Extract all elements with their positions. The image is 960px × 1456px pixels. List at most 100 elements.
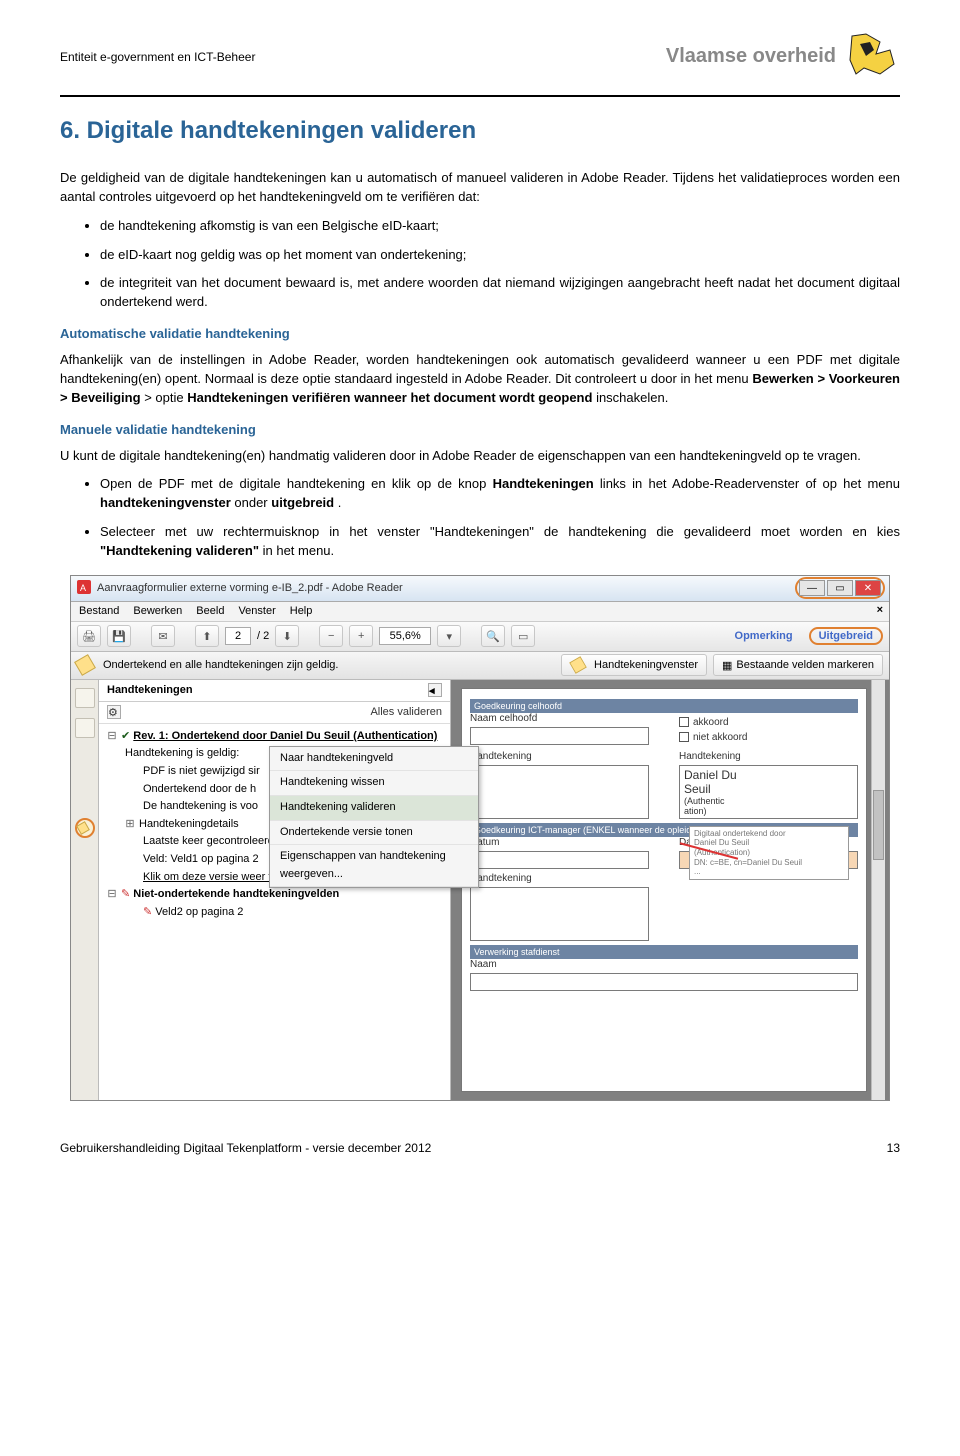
mail-icon[interactable]: ✉: [151, 625, 175, 647]
menu-item[interactable]: Help: [290, 605, 313, 617]
svg-text:A: A: [80, 583, 86, 593]
signature-field[interactable]: [470, 887, 649, 941]
document-viewport[interactable]: Goedkeuring celhoofd Naam celhoofd akkoo…: [451, 680, 889, 1100]
page-down-icon[interactable]: ⬇: [275, 625, 299, 647]
lion-logo-icon: [846, 30, 900, 83]
panel-title: Handtekeningen: [107, 684, 193, 696]
rev1-node[interactable]: Rev. 1: Ondertekend door Daniel Du Seuil…: [133, 730, 437, 742]
signature-tree: ⊟✔ Rev. 1: Ondertekend door Daniel Du Se…: [99, 724, 450, 930]
field-label: Handtekening: [679, 751, 858, 762]
uitgebreid-link[interactable]: Uitgebreid: [809, 627, 883, 645]
menu-item[interactable]: Bestand: [79, 605, 119, 617]
header-rule: [60, 95, 900, 97]
bestaande-velden-button[interactable]: ▦ Bestaande velden markeren: [713, 654, 883, 676]
ctx-goto[interactable]: Naar handtekeningveld: [270, 747, 478, 772]
zoom-in-icon[interactable]: +: [349, 625, 373, 647]
menu-item[interactable]: Bewerken: [133, 605, 182, 617]
option-name: Handtekeningen verifiëren wanneer het do…: [187, 390, 592, 405]
ctx-validate[interactable]: Handtekening valideren: [270, 796, 478, 821]
signature-message-bar: Ondertekend en alle handtekeningen zijn …: [71, 652, 889, 680]
list-item: Selecteer met uw rechtermuisknop in het …: [100, 523, 900, 561]
page-header: Entiteit e-government en ICT-Beheer Vlaa…: [60, 30, 900, 83]
thumbnails-icon[interactable]: [75, 688, 95, 708]
entity-text: Entiteit e-government en ICT-Beheer: [60, 30, 255, 64]
main-toolbar: 🖨 💾 ✉ ⬆ / 2 ⬇ − + ▾ 🔍 ▭ Opmerking Uitgeb…: [71, 622, 889, 652]
print-icon[interactable]: 🖨: [77, 625, 101, 647]
pdf-page: Goedkeuring celhoofd Naam celhoofd akkoo…: [461, 688, 867, 1092]
ctx-clear[interactable]: Handtekening wissen: [270, 771, 478, 796]
menu-item[interactable]: Beeld: [196, 605, 224, 617]
signatures-panel-icon[interactable]: [75, 818, 95, 838]
tool-icon[interactable]: ▭: [511, 625, 535, 647]
menubar: Bestand Bewerken Beeld Venster Help ×: [71, 602, 889, 622]
panel-collapse-icon[interactable]: ◂: [428, 683, 442, 697]
list-item: de handtekening afkomstig is van een Bel…: [100, 217, 900, 236]
footer-page-number: 13: [887, 1141, 900, 1155]
zoom-input[interactable]: [379, 627, 431, 645]
manual-steps-list: Open de PDF met de digitale handtekening…: [60, 475, 900, 560]
save-icon[interactable]: 💾: [107, 625, 131, 647]
signature-field[interactable]: [470, 765, 649, 819]
form-field[interactable]: [470, 851, 649, 869]
brand: Vlaamse overheid: [666, 30, 900, 83]
signature-status-text: Ondertekend en alle handtekeningen zijn …: [103, 659, 338, 671]
minimize-button[interactable]: —: [799, 580, 825, 596]
find-icon[interactable]: 🔍: [481, 625, 505, 647]
highlight-icon: ▦: [722, 659, 732, 672]
maximize-button[interactable]: ▭: [827, 580, 853, 596]
manual-paragraph: U kunt de digitale handtekening(en) hand…: [60, 447, 900, 466]
window-titlebar: A Aanvraagformulier externe vorming e-IB…: [71, 576, 889, 602]
brand-name: Vlaamse overheid: [666, 45, 836, 68]
signatures-panel: Handtekeningen ◂ ⚙ Alles valideren ⊟✔ Re…: [99, 680, 451, 1100]
ctx-show-version[interactable]: Ondertekende versie tonen: [270, 821, 478, 846]
signature-valid-icon: [74, 654, 96, 676]
bookmarks-icon[interactable]: [75, 718, 95, 738]
menu-item[interactable]: Venster: [238, 605, 275, 617]
page-up-icon[interactable]: ⬆: [195, 625, 219, 647]
panel-options-icon[interactable]: ⚙: [107, 705, 121, 719]
scrollbar-thumb[interactable]: [873, 790, 884, 860]
field-label: Datum: [470, 837, 649, 848]
field-label: Naam: [470, 959, 858, 970]
form-field[interactable]: [470, 973, 858, 991]
intro-paragraph: De geldigheid van de digitale handtekeni…: [60, 169, 900, 207]
pen-icon: [76, 821, 90, 835]
zoom-dropdown-icon[interactable]: ▾: [437, 625, 461, 647]
vertical-scrollbar[interactable]: [871, 680, 885, 1100]
validate-all-link[interactable]: Alles valideren: [370, 706, 442, 718]
left-nav-bar: [71, 680, 99, 1100]
subheading-manual: Manuele validatie handtekening: [60, 422, 900, 437]
section-title: Goedkeuring celhoofd: [470, 699, 858, 713]
ctx-properties[interactable]: Eigenschappen van handtekening weergeven…: [270, 845, 478, 887]
handtekeningvenster-button[interactable]: Handtekeningvenster: [561, 654, 707, 676]
page-title: 6. Digitale handtekeningen valideren: [60, 117, 900, 145]
adobe-reader-window: A Aanvraagformulier externe vorming e-IB…: [70, 575, 890, 1101]
page-number-input[interactable]: [225, 627, 251, 645]
page-total: / 2: [257, 630, 269, 642]
tree-row[interactable]: Veld2 op pagina 2: [155, 906, 243, 918]
list-item: de eID-kaart nog geldig was op het momen…: [100, 246, 900, 265]
page-footer: Gebruikershandleiding Digitaal Tekenplat…: [60, 1141, 900, 1155]
section-title: Verwerking stafdienst: [470, 945, 858, 959]
footer-left: Gebruikershandleiding Digitaal Tekenplat…: [60, 1141, 431, 1155]
checks-list: de handtekening afkomstig is van een Bel…: [60, 217, 900, 312]
window-title: Aanvraagformulier externe vorming e-IB_2…: [97, 582, 403, 594]
checkbox[interactable]: [679, 717, 689, 727]
checkbox[interactable]: [679, 732, 689, 742]
pen-icon: [569, 657, 586, 674]
adobe-main: Handtekeningen ◂ ⚙ Alles valideren ⊟✔ Re…: [71, 680, 889, 1100]
menubar-close-icon[interactable]: ×: [877, 604, 883, 616]
field-label: Naam celhoofd: [470, 713, 649, 724]
form-field[interactable]: [470, 727, 649, 745]
opmerking-link[interactable]: Opmerking: [735, 630, 793, 642]
tree-row[interactable]: Handtekeningdetails: [139, 818, 239, 830]
auto-paragraph: Afhankelijk van de instellingen in Adobe…: [60, 351, 900, 408]
close-button[interactable]: ✕: [855, 580, 881, 596]
field-label: Handtekening: [470, 751, 649, 762]
field-label: Handtekening: [470, 873, 649, 884]
signature-field-signed[interactable]: Daniel Du Seuil (Authentic ation): [679, 765, 858, 819]
subheading-auto: Automatische validatie handtekening: [60, 326, 900, 341]
unsigned-node[interactable]: Niet-ondertekende handtekeningvelden: [133, 888, 339, 900]
window-control-group: — ▭ ✕: [795, 577, 885, 599]
zoom-out-icon[interactable]: −: [319, 625, 343, 647]
